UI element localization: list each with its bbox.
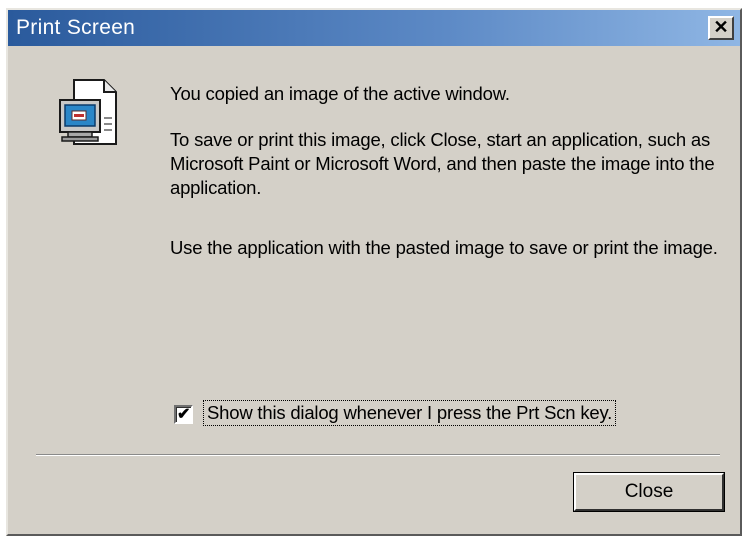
message-line-3: Use the application with the pasted imag… bbox=[170, 237, 718, 258]
checkmark-icon: ✔ bbox=[177, 406, 191, 423]
separator bbox=[36, 454, 720, 456]
message-line-2: To save or print this image, click Close… bbox=[170, 129, 715, 198]
print-screen-dialog: Print Screen ✕ You copied an image of th… bbox=[6, 8, 742, 536]
show-dialog-checkbox[interactable]: ✔ bbox=[174, 405, 193, 424]
show-dialog-checkbox-label[interactable]: Show this dialog whenever I press the Pr… bbox=[202, 400, 617, 426]
title-bar[interactable]: Print Screen ✕ bbox=[8, 10, 740, 46]
close-button[interactable]: Close bbox=[574, 473, 724, 511]
close-icon: ✕ bbox=[713, 17, 729, 37]
screenshot-icon bbox=[54, 74, 134, 154]
window-title: Print Screen bbox=[16, 16, 136, 39]
message-line-1: You copied an image of the active window… bbox=[170, 83, 510, 104]
title-close-button[interactable]: ✕ bbox=[708, 16, 734, 40]
